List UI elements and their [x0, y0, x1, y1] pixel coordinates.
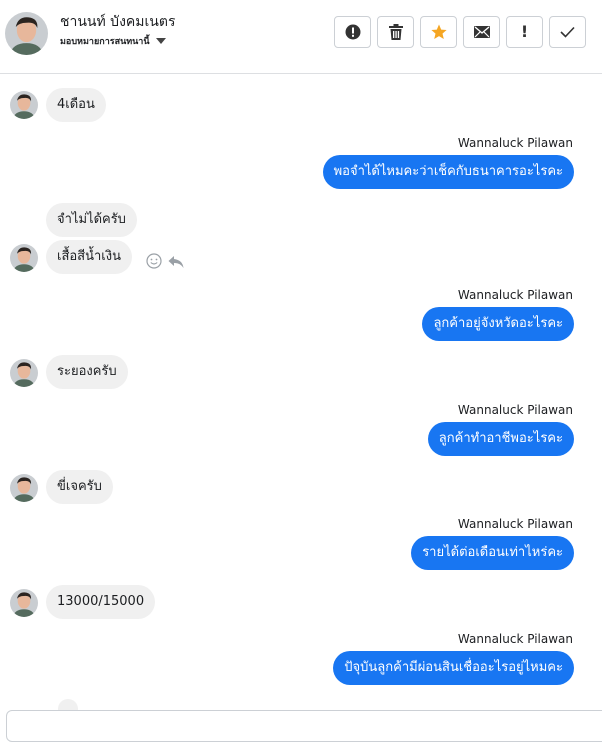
outgoing-message[interactable]: ลูกค้าทำอาชีพอะไรคะ [427, 422, 574, 456]
done-button[interactable] [549, 16, 586, 48]
incoming-message[interactable]: 13000/15000 [46, 585, 156, 619]
sender-name: Wannaluck Pilawan [457, 403, 573, 417]
caret-down-icon [155, 38, 166, 44]
contact-avatar[interactable] [5, 12, 48, 55]
spam-button[interactable] [334, 16, 371, 48]
sender-name: Wannaluck Pilawan [457, 136, 573, 150]
mark-unread-button[interactable] [463, 16, 500, 48]
follow-up-button[interactable]: ! [506, 16, 543, 48]
incoming-message[interactable]: 4เดือน [46, 88, 106, 122]
avatar [10, 244, 38, 272]
incoming-message[interactable]: ระยองครับ [46, 355, 128, 389]
assign-conversation-dropdown[interactable]: มอบหมายการสนทนานี้ [60, 34, 166, 48]
exclamation-icon: ! [520, 22, 529, 41]
incoming-message[interactable]: จำไม่ได้ครับ [46, 203, 137, 237]
avatar [10, 589, 38, 617]
star-icon [430, 24, 447, 39]
avatar [10, 91, 38, 119]
sender-name: Wannaluck Pilawan [457, 288, 573, 302]
reply-composer[interactable] [6, 710, 602, 742]
avatar [10, 474, 38, 502]
outgoing-message[interactable]: ลูกค้าอยู่จังหวัดอะไรคะ [422, 307, 574, 341]
outgoing-message[interactable]: รายได้ต่อเดือนเท่าไหร่คะ [411, 536, 574, 570]
sender-name: Wannaluck Pilawan [457, 517, 573, 531]
sender-name: Wannaluck Pilawan [457, 632, 573, 646]
reply-icon[interactable] [168, 254, 184, 273]
assign-label: มอบหมายการสนทนานี้ [60, 37, 150, 47]
conversation-header: ชานนท์ บังคมเนตร มอบหมายการสนทนานี้ ! [0, 0, 602, 74]
alert-circle-icon [345, 24, 360, 40]
avatar [10, 359, 38, 387]
contact-name: ชานนท์ บังคมเนตร [60, 14, 176, 30]
star-button[interactable] [420, 16, 457, 48]
check-icon [560, 26, 575, 38]
envelope-icon [473, 26, 490, 38]
conversation-actions: ! [334, 16, 586, 48]
incoming-message[interactable]: เสื้อสีน้ำเงิน [46, 240, 132, 274]
trash-icon [388, 24, 403, 40]
smiley-icon[interactable] [146, 253, 162, 273]
incoming-message[interactable]: ขี่เจครับ [46, 470, 113, 504]
delete-button[interactable] [377, 16, 414, 48]
message-tools [146, 253, 184, 273]
outgoing-message[interactable]: ปัจุบันลูกค้ามีผ่อนสินเชื่ออะไรอยู่ไหมคะ [333, 651, 574, 685]
outgoing-message[interactable]: พอจำได้ไหมคะว่าเช็คกับธนาคารอะไรคะ [322, 155, 574, 189]
